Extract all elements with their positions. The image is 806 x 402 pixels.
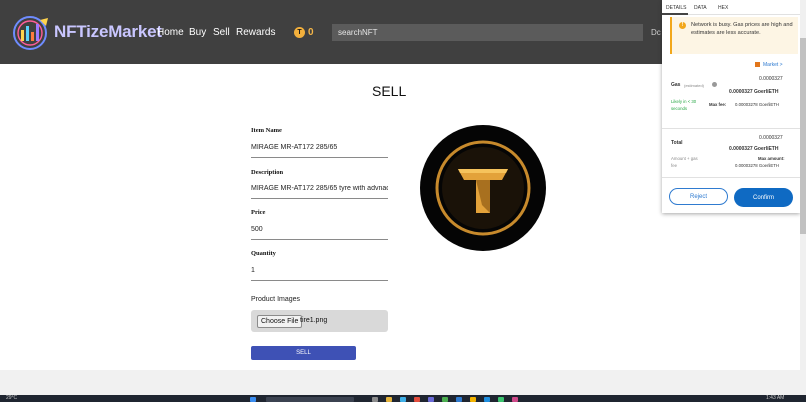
divider	[662, 128, 800, 129]
description-label: Description	[251, 169, 284, 176]
total-value: 0.0000327 GoerliETH	[729, 146, 779, 152]
vscode-icon[interactable]	[456, 397, 462, 402]
selected-file-name: tire1.png	[300, 317, 328, 324]
nav-rewards-link[interactable]: Rewards	[236, 27, 275, 38]
amount-gas-label: Amount + gas	[671, 156, 698, 161]
fee-label: fee	[671, 163, 677, 168]
item-name-input[interactable]: MIRAGE MR-AT172 285/65	[251, 144, 388, 158]
gas-estimated-label: (estimated)	[684, 83, 705, 88]
description-input[interactable]: MIRAGE MR-AT172 285/65 tyre with advnace	[251, 185, 388, 199]
nav-sell-link[interactable]: Sell	[213, 27, 230, 38]
max-fee-value: 0.00003278 GoerliETH	[735, 102, 779, 107]
app-icon[interactable]	[414, 397, 420, 402]
tab-data[interactable]: DATA	[694, 5, 707, 11]
search-input[interactable]	[332, 24, 643, 41]
nav-buy-link[interactable]: Buy	[189, 27, 206, 38]
nav-home-link[interactable]: Home	[157, 27, 184, 38]
quantity-label: Quantity	[251, 250, 276, 257]
gas-small-value: 0.0000327	[759, 76, 783, 82]
sell-button[interactable]: SELL	[251, 346, 356, 360]
brand-name[interactable]: NFTizeMarket	[54, 22, 162, 42]
token-coin-icon: T	[294, 27, 305, 38]
price-label: Price	[251, 209, 266, 216]
token-logo-image	[420, 125, 546, 251]
info-icon[interactable]	[712, 82, 717, 87]
metamask-popup: DETAILS DATA HEX ! Network is busy. Gas …	[662, 0, 800, 213]
metamask-fox-icon	[755, 62, 760, 67]
market-link[interactable]: Market >	[763, 62, 783, 68]
task-view-icon[interactable]	[372, 397, 378, 402]
gas-label: Gas	[671, 82, 681, 88]
chrome-icon[interactable]	[470, 397, 476, 402]
quantity-input[interactable]: 1	[251, 267, 388, 281]
scrollbar-thumb[interactable]	[800, 38, 806, 234]
tab-details[interactable]: DETAILS	[666, 5, 686, 11]
reject-button[interactable]: Reject	[669, 188, 728, 205]
weather-widget[interactable]: 29°C	[6, 395, 17, 401]
system-clock[interactable]: 1:43 AM	[766, 395, 784, 401]
edge-icon[interactable]	[400, 397, 406, 402]
taskbar-search-icon[interactable]	[266, 397, 354, 402]
total-small-value: 0.0000327	[759, 135, 783, 141]
likely-time-unit: seconds	[671, 106, 688, 111]
gas-value: 0.0000327 GoerliETH	[729, 89, 779, 95]
file-upload-field[interactable]: Choose File tire1.png	[251, 310, 388, 332]
divider	[662, 177, 800, 178]
total-label: Total	[671, 140, 683, 146]
tab-hex[interactable]: HEX	[718, 5, 728, 11]
network-busy-warning: ! Network is busy. Gas prices are high a…	[670, 17, 798, 54]
warning-icon: !	[679, 22, 686, 29]
file-explorer-icon[interactable]	[386, 397, 392, 402]
likely-time: Likely in < 30	[671, 99, 697, 104]
active-tab-indicator	[662, 13, 688, 15]
max-amount-value: 0.00003278 GoerliETH	[735, 163, 779, 168]
price-input[interactable]: 500	[251, 226, 388, 240]
warning-text: Network is busy. Gas prices are high and…	[691, 22, 793, 37]
item-name-label: Item Name	[251, 127, 282, 134]
max-fee-label: Max fee:	[709, 102, 727, 107]
max-amount-label: Max amount:	[758, 156, 785, 161]
app-icon[interactable]	[484, 397, 490, 402]
app-icon[interactable]	[442, 397, 448, 402]
product-images-label: Product Images	[251, 296, 301, 303]
confirm-button[interactable]: Confirm	[734, 188, 793, 207]
page-title: SELL	[372, 83, 407, 99]
app-icon[interactable]	[512, 397, 518, 402]
app-icon[interactable]	[498, 397, 504, 402]
choose-file-button[interactable]: Choose File	[257, 315, 303, 328]
token-balance: 0	[308, 27, 314, 38]
page-footer	[0, 370, 806, 395]
nav-truncated-item[interactable]: Dc	[651, 28, 661, 37]
start-icon[interactable]	[250, 397, 256, 402]
brand-logo-icon[interactable]	[10, 14, 52, 52]
app-icon[interactable]	[428, 397, 434, 402]
